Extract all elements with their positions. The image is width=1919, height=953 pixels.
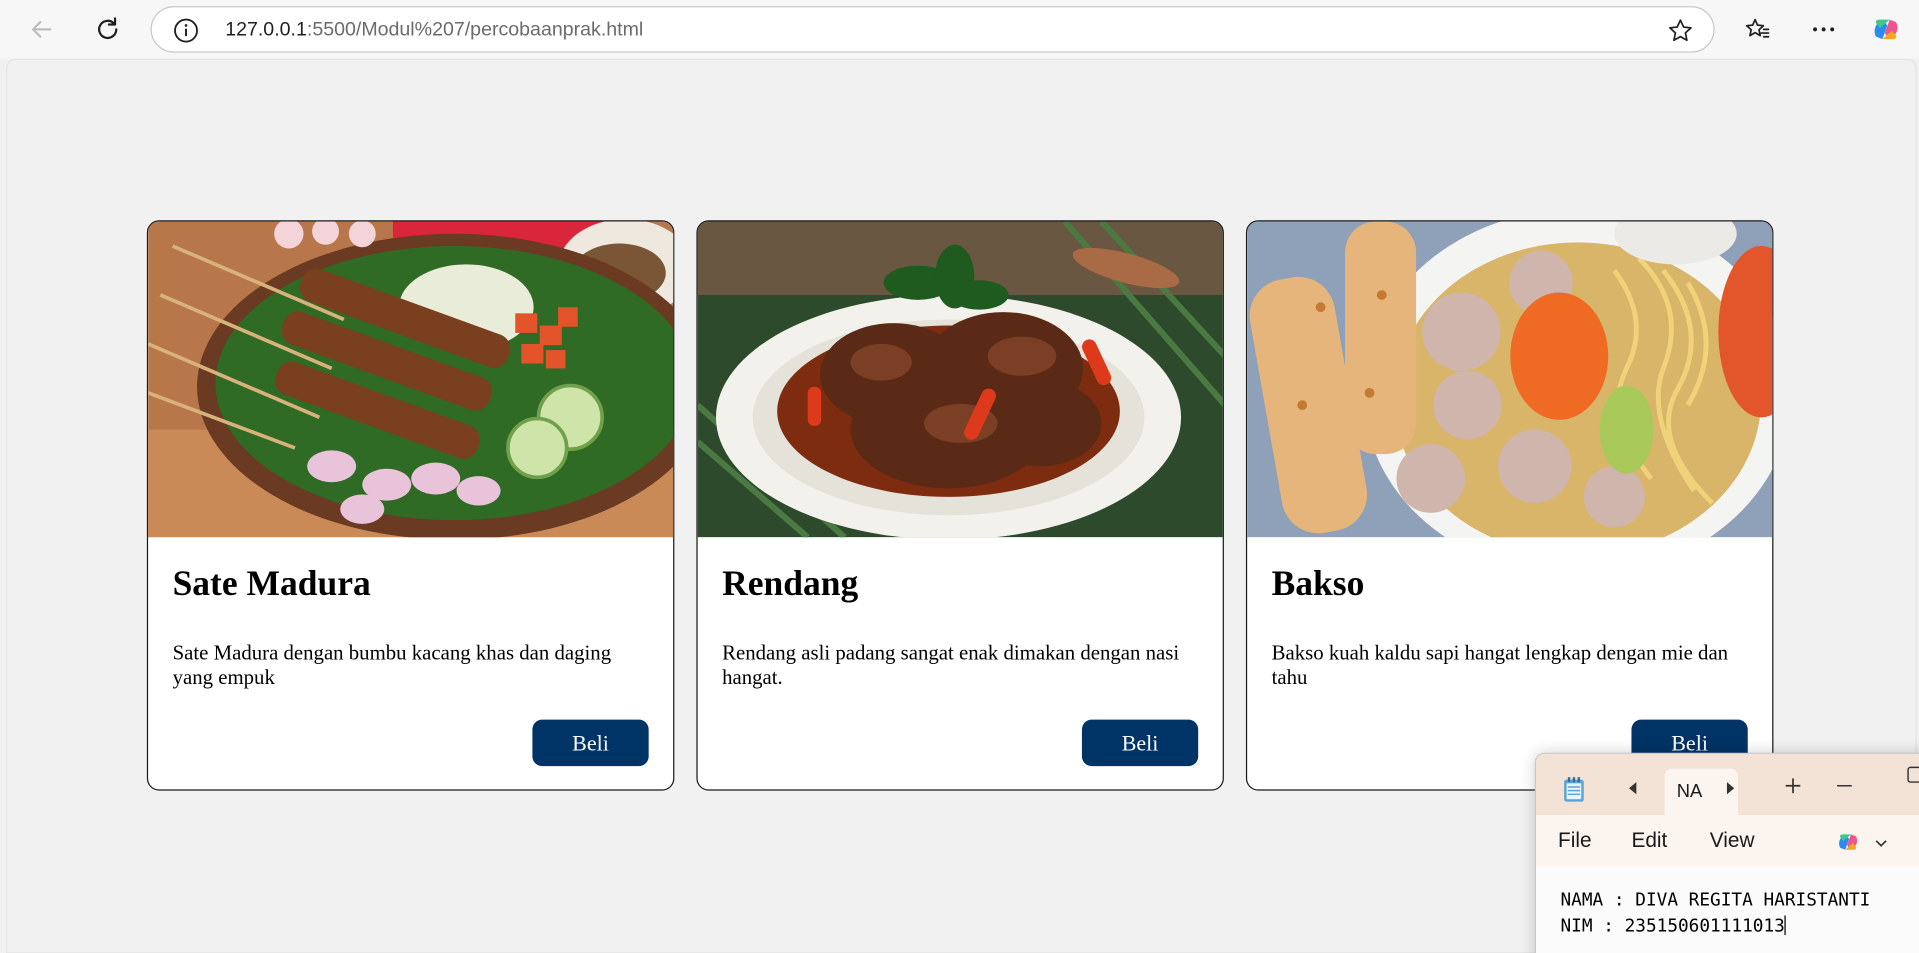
food-card-sate: Sate Madura Sate Madura dengan bumbu kac… (146, 220, 675, 791)
notepad-nim-text: NIM : 235150601111013 (1560, 916, 1785, 937)
notepad-text-area[interactable]: NAMA : DIVA REGITA HARISTANTI NIM : 23515… (1560, 889, 1870, 940)
favorite-star-icon[interactable] (1667, 17, 1694, 44)
reload-icon[interactable] (89, 11, 126, 48)
notepad-line-nim: NIM : 235150601111013 (1560, 914, 1870, 940)
menu-file[interactable]: File (1558, 829, 1592, 853)
chevron-down-icon[interactable] (1874, 833, 1889, 855)
food-card-rendang: Rendang Rendang asli padang sangat enak … (696, 220, 1224, 791)
food-card-bakso: Bakso Bakso kuah kaldu sapi hangat lengk… (1245, 220, 1774, 791)
text-cursor (1784, 915, 1787, 936)
notepad-window: NA File Edit View NAMA: DIVA REGITA HAR… (1534, 752, 1919, 953)
tab-scroll-right-icon[interactable] (1724, 780, 1736, 802)
notepad-app-icon (1563, 776, 1585, 809)
url-text: 127.0.0.1:5500/Modul%207/percobaanprak.h… (225, 20, 643, 42)
card-title: Sate Madura (172, 564, 371, 604)
new-tab-plus-icon[interactable] (1784, 777, 1801, 800)
maximize-icon[interactable] (1907, 766, 1919, 789)
card-description: Rendang asli padang sangat enak dimakan … (722, 641, 1180, 690)
favorites-icon[interactable] (1739, 11, 1776, 48)
url-path: :5500/Modul%207/percobaanprak.html (306, 19, 644, 41)
site-info-icon[interactable] (173, 17, 200, 44)
more-options-icon[interactable] (1805, 11, 1842, 48)
sate-madura-photo (148, 221, 674, 538)
notepad-titlebar: NA (1535, 753, 1919, 816)
bakso-photo (1247, 221, 1773, 538)
notepad-tab-label: NA (1676, 780, 1703, 802)
card-description: Bakso kuah kaldu sapi hangat lengkap den… (1271, 641, 1729, 690)
card-title: Bakso (1271, 564, 1365, 604)
notepad-menubar: File Edit View (1535, 815, 1919, 867)
beli-button[interactable]: Beli (532, 719, 649, 767)
card-description: Sate Madura dengan bumbu kacang khas dan… (172, 641, 612, 690)
url-host: 127.0.0.1 (225, 19, 307, 41)
notepad-line-name: NAMA : DIVA REGITA HARISTANTI (1560, 890, 1871, 911)
menu-edit[interactable]: Edit (1631, 829, 1667, 853)
address-bar[interactable]: 127.0.0.1:5500/Modul%207/percobaanprak.h… (150, 6, 1715, 53)
copilot-icon[interactable] (1868, 11, 1905, 48)
tab-scroll-left-icon[interactable] (1627, 780, 1639, 802)
copilot-icon[interactable] (1835, 829, 1862, 862)
beli-button[interactable]: Beli (1081, 719, 1199, 767)
rendang-photo (697, 221, 1223, 538)
card-title: Rendang (722, 564, 859, 604)
minimize-icon[interactable] (1836, 772, 1853, 794)
menu-view[interactable]: View (1710, 829, 1755, 853)
back-arrow-icon[interactable] (23, 11, 60, 48)
browser-toolbar: 127.0.0.1:5500/Modul%207/percobaanprak.h… (0, 0, 1919, 59)
screen: 127.0.0.1:5500/Modul%207/percobaanprak.h… (0, 0, 1919, 953)
